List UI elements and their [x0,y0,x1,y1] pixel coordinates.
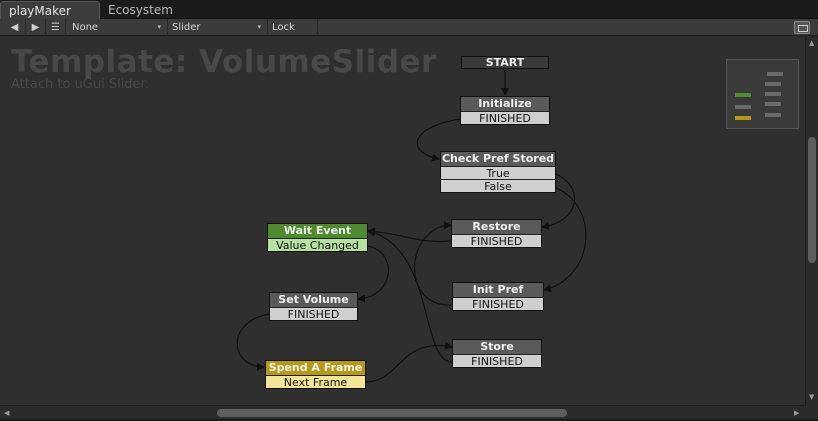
link-false-initpref [543,187,587,293]
link-store-wait [367,228,453,363]
state-init-pref[interactable]: Init Pref FINISHED [452,282,544,311]
scroll-right-icon[interactable]: ▶ [794,409,799,417]
state-name: Spend A Frame [266,361,365,375]
gameobject-select[interactable]: Slider ▾ [168,19,268,36]
chevron-down-icon: ▾ [157,23,161,31]
fsm-graph-canvas[interactable]: Template: VolumeSlider Attach to uGui Sl… [0,37,805,405]
state-name: Set Volume [270,293,357,307]
state-set-volume[interactable]: Set Volume FINISHED [269,292,358,321]
fsm-select[interactable]: None ▾ [68,19,168,36]
scroll-left-icon[interactable]: ◀ [4,409,9,417]
state-event[interactable]: False [441,179,555,193]
state-event[interactable]: FINISHED [461,111,549,125]
link-wait-setvolume [357,245,389,303]
forward-arrow-icon: ▶ [31,22,40,33]
minimap-node [765,82,781,86]
lock-label: Lock [272,22,295,33]
state-event[interactable]: True [441,166,555,180]
forward-button[interactable]: ▶ [26,19,46,36]
gameobject-select-value: Slider [172,22,201,33]
horizontal-scroll-thumb[interactable] [217,409,567,417]
state-name: Check Pref Stored [441,152,555,166]
scroll-down-icon[interactable]: ▼ [809,393,814,401]
back-button[interactable]: ◀ [4,19,26,36]
minimap-node [735,93,751,97]
state-store[interactable]: Store FINISHED [452,339,542,368]
state-name: Wait Event [268,224,367,238]
minimap-node [767,72,783,76]
menu-button[interactable]: ☰ [46,19,66,36]
toolbar: ◀ ▶ ☰ None ▾ Slider ▾ Lock [0,19,818,36]
fsm-select-value: None [72,22,99,33]
graph-minimap[interactable] [726,59,799,129]
tab-playmaker[interactable]: playMaker [0,1,100,19]
state-spend-a-frame[interactable]: Spend A Frame Next Frame [265,360,366,389]
minimap-node [735,105,751,109]
state-name: Store [453,340,541,354]
state-name: Restore [452,220,541,234]
link-restore-wait [367,227,452,243]
tab-bar: playMaker Ecosystem [0,0,818,19]
scroll-up-icon[interactable]: ▲ [809,39,814,47]
horizontal-scrollbar[interactable]: ◀ ▶ [0,405,805,419]
state-event[interactable]: FINISHED [453,354,541,368]
minimap-node [765,102,781,106]
chevron-down-icon: ▾ [257,23,261,31]
menu-icon: ☰ [51,22,60,33]
minimap-node [765,113,781,117]
graph-view-toggle-icon[interactable] [794,21,810,34]
tab-ecosystem[interactable]: Ecosystem [100,1,181,19]
state-event[interactable]: FINISHED [452,234,541,248]
state-event[interactable]: Value Changed [268,238,367,252]
transition-links [236,70,587,383]
state-restore[interactable]: Restore FINISHED [451,219,542,248]
state-event[interactable]: FINISHED [270,307,357,321]
link-spend-store [365,341,453,383]
minimap-node [735,116,751,120]
state-check-pref-stored[interactable]: Check Pref Stored True False [440,151,556,193]
back-arrow-icon: ◀ [10,22,19,33]
state-event[interactable]: Next Frame [266,375,365,389]
state-name: Initialize [461,97,549,111]
minimap-node [765,92,781,96]
state-initialize[interactable]: Initialize FINISHED [460,96,550,125]
vertical-scroll-thumb[interactable] [808,137,816,263]
start-node[interactable]: START [461,56,549,69]
vertical-scrollbar[interactable]: ▲ ▼ [805,37,818,405]
state-event[interactable]: FINISHED [453,297,543,311]
lock-button[interactable]: Lock [268,19,318,36]
state-wait-event[interactable]: Wait Event Value Changed [267,223,368,252]
state-name: Init Pref [453,283,543,297]
